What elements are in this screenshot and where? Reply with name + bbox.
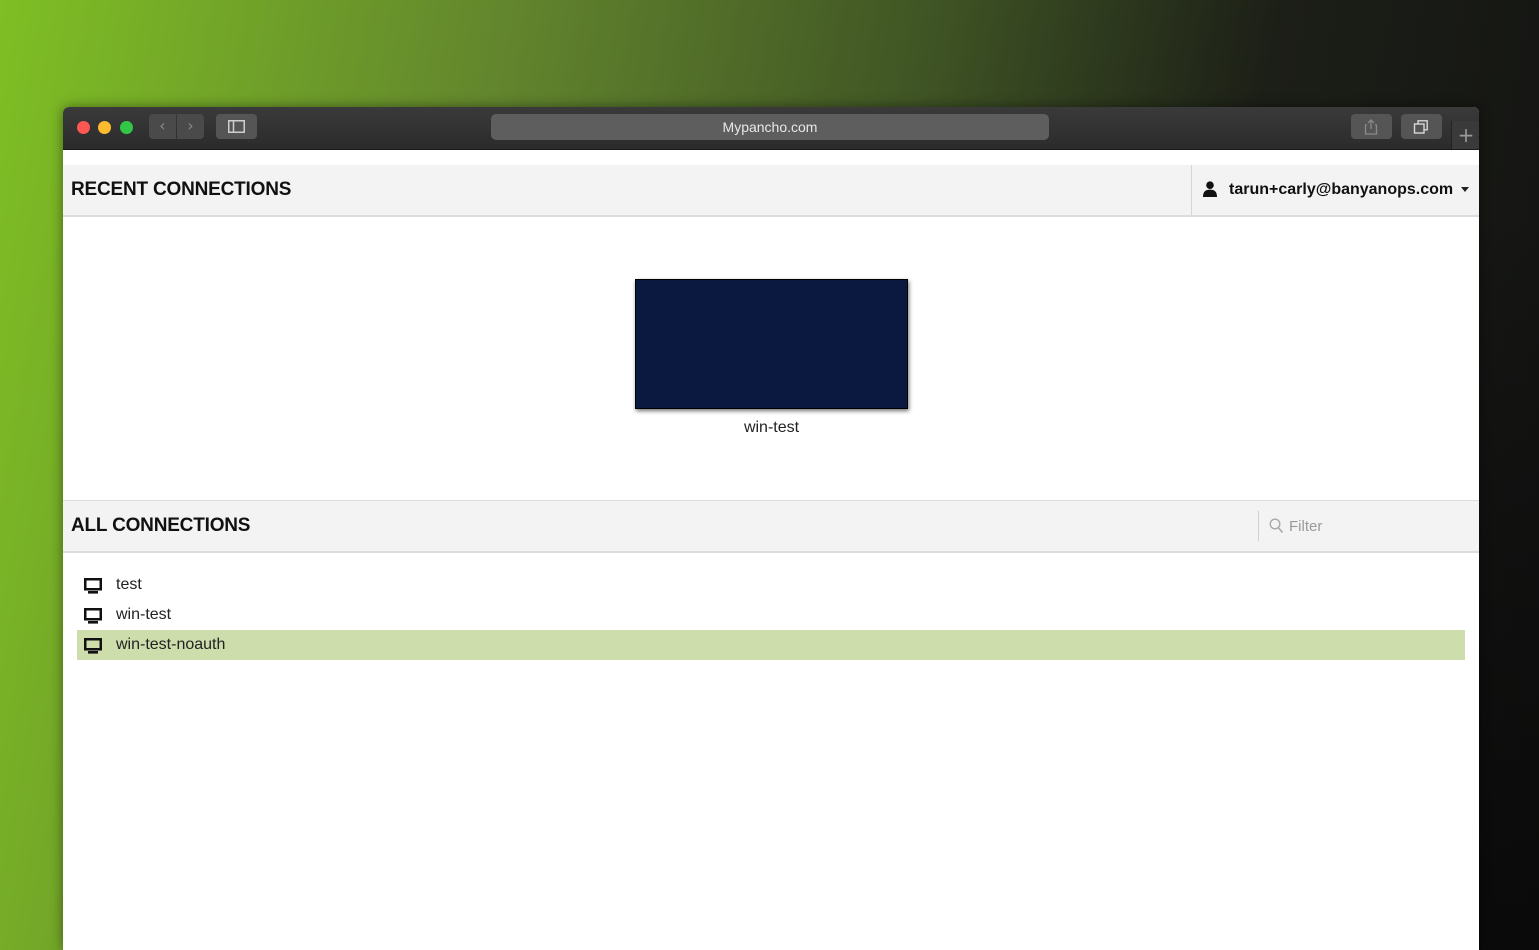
- user-email: tarun+carly@banyanops.com: [1229, 181, 1454, 198]
- browser-toolbar: ‹ › Mypancho.com +: [63, 107, 1479, 150]
- connection-label: win-test: [116, 606, 172, 623]
- sidebar-toggle-button[interactable]: [216, 114, 257, 139]
- close-window-button[interactable]: [77, 121, 90, 134]
- recent-connections-header: RECENT CONNECTIONS tarun+carly@banyanops…: [63, 165, 1479, 217]
- monitor-icon: [84, 638, 102, 654]
- connection-label: win-test-noauth: [116, 636, 226, 653]
- chevron-down-icon: [1461, 187, 1469, 192]
- share-button[interactable]: [1351, 114, 1392, 139]
- all-connections-title: ALL CONNECTIONS: [71, 515, 251, 536]
- monitor-icon: [84, 578, 102, 594]
- recent-connection-label[interactable]: win-test: [635, 419, 908, 437]
- back-button[interactable]: ‹: [149, 114, 176, 139]
- connection-item-win-test-noauth[interactable]: win-test-noauth: [77, 630, 1465, 660]
- connection-item-test[interactable]: test: [77, 570, 1465, 600]
- zoom-window-button[interactable]: [120, 121, 133, 134]
- filter-input[interactable]: [1289, 514, 1469, 538]
- address-bar[interactable]: Mypancho.com: [491, 114, 1049, 140]
- user-menu[interactable]: tarun+carly@banyanops.com: [1191, 165, 1479, 215]
- user-icon: [1203, 181, 1217, 197]
- tabs-icon: [1413, 120, 1428, 134]
- all-connections-header: ALL CONNECTIONS: [63, 500, 1479, 553]
- share-icon: [1364, 119, 1378, 135]
- browser-window: ‹ › Mypancho.com + RECENT CONNECTIONS ta…: [63, 107, 1479, 950]
- monitor-icon: [84, 608, 102, 624]
- connections-list: test win-test win-test-noauth: [77, 570, 1465, 660]
- forward-button[interactable]: ›: [177, 114, 204, 139]
- connection-item-win-test[interactable]: win-test: [77, 600, 1465, 630]
- connection-label: test: [116, 576, 142, 593]
- show-tabs-button[interactable]: [1401, 114, 1442, 139]
- filter-box: [1258, 511, 1479, 541]
- sidebar-icon: [228, 120, 245, 133]
- search-icon: [1269, 518, 1284, 534]
- minimize-window-button[interactable]: [98, 121, 111, 134]
- new-tab-button[interactable]: +: [1451, 121, 1479, 149]
- recent-connection-thumbnail[interactable]: [635, 279, 908, 409]
- recent-connections-title: RECENT CONNECTIONS: [71, 179, 292, 200]
